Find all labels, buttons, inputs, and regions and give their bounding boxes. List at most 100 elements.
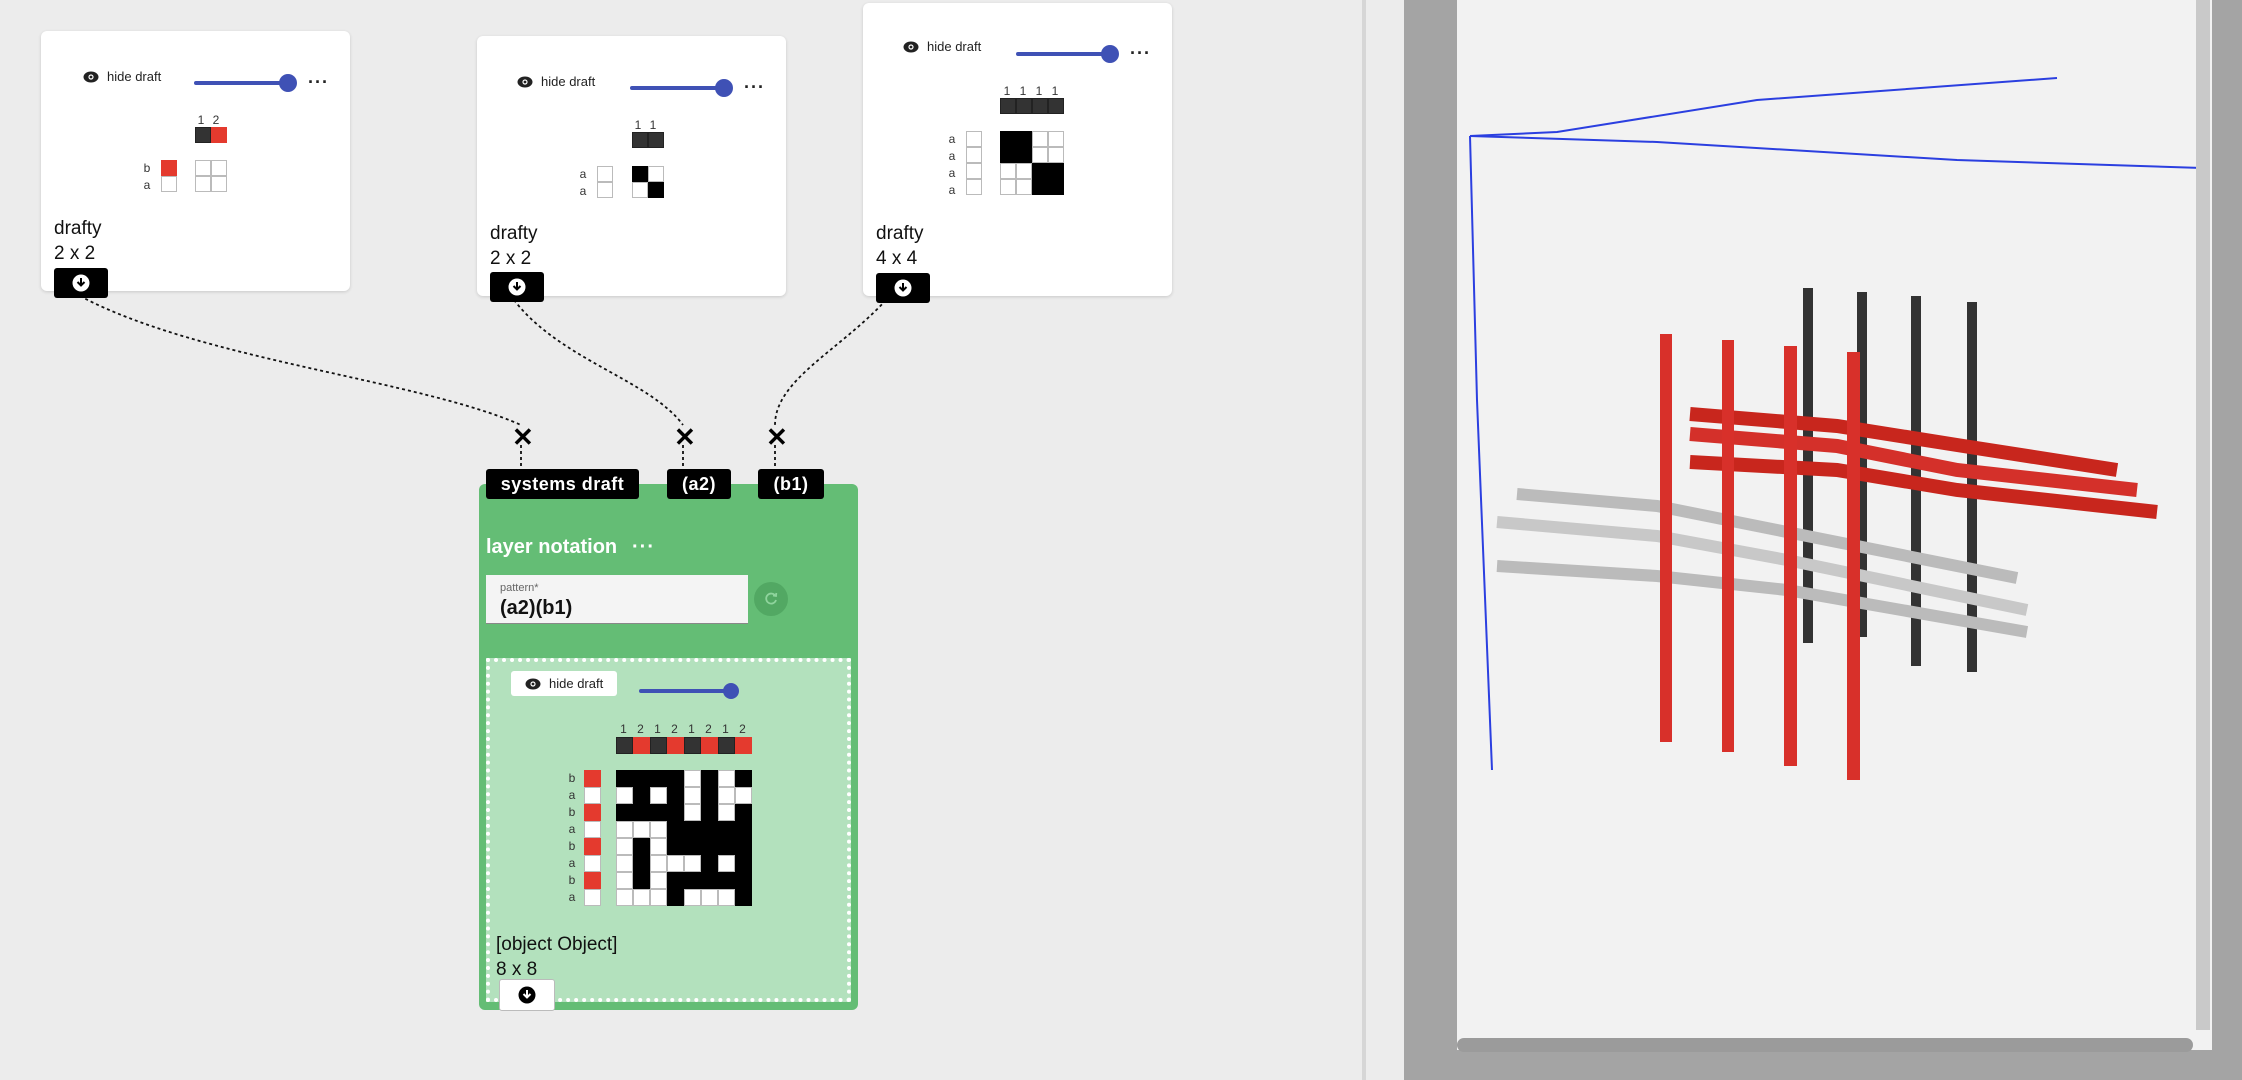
pattern-field-value[interactable]: (a2)(b1) — [500, 597, 572, 620]
layer-notation-operation[interactable]: layer notation ··· pattern* (a2)(b1) hid… — [479, 484, 858, 1010]
row-label: a — [948, 183, 956, 197]
remove-connection-icon[interactable]: ✕ — [674, 424, 696, 450]
draft-drawdown[interactable] — [195, 160, 227, 192]
draft-scale-slider[interactable] — [194, 74, 297, 92]
draft-card-3[interactable]: hide draft ··· 1 1 1 1 a a a a drafty 4 … — [863, 3, 1172, 296]
col-label: 1 — [1051, 84, 1059, 98]
draft-name: drafty — [876, 223, 924, 244]
pattern-field-label: pattern* — [500, 582, 539, 594]
download-output-button[interactable] — [54, 268, 108, 298]
warp-color-row — [616, 737, 752, 754]
download-arrow-icon — [72, 274, 90, 292]
input-port-a2[interactable]: (a2) — [667, 469, 731, 499]
col-label: 1 — [634, 118, 642, 132]
row-label: a — [579, 184, 587, 198]
draft-name: drafty — [490, 223, 538, 244]
row-label: a — [948, 149, 956, 163]
row-label: a — [568, 856, 576, 870]
input-port-systems-draft[interactable]: systems draft — [486, 469, 639, 499]
hide-draft-label: hide draft — [107, 69, 162, 84]
row-label: a — [568, 822, 576, 836]
weft-color-column — [966, 131, 982, 195]
draft-scale-slider[interactable] — [639, 683, 739, 699]
slider-thumb[interactable] — [715, 79, 733, 97]
draft-drawdown[interactable] — [632, 166, 664, 198]
woven-structure-3d-view[interactable] — [1457, 0, 2212, 1050]
more-options-button[interactable]: ··· — [1130, 44, 1151, 62]
output-drawdown[interactable] — [616, 770, 752, 906]
slider-thumb[interactable] — [1101, 45, 1119, 63]
operation-more-button[interactable]: ··· — [632, 536, 655, 559]
hide-draft-button[interactable]: hide draft — [507, 70, 606, 93]
row-label: a — [948, 166, 956, 180]
hide-draft-label: hide draft — [541, 74, 596, 89]
weft-color-column — [584, 770, 601, 906]
row-label: b — [568, 771, 576, 785]
col-label: 1 — [654, 722, 661, 736]
download-output-button[interactable] — [876, 273, 930, 303]
draft-card-2[interactable]: hide draft ··· 1 1 a a drafty 2 x 2 — [477, 36, 786, 296]
row-label: b — [568, 805, 576, 819]
warp-color-row — [195, 127, 227, 143]
remove-connection-icon[interactable]: ✕ — [766, 424, 788, 450]
eye-icon — [83, 71, 99, 82]
horizontal-scrollbar[interactable] — [1457, 1038, 2193, 1052]
col-label: 1 — [1003, 84, 1011, 98]
slider-thumb[interactable] — [723, 683, 739, 699]
col-label: 1 — [1019, 84, 1027, 98]
operation-title: layer notation — [486, 536, 618, 558]
download-output-button[interactable] — [490, 272, 544, 302]
draft-scale-slider[interactable] — [1016, 45, 1119, 63]
col-label: 1 — [722, 722, 729, 736]
output-col-labels: 1 2 1 2 1 2 1 2 — [615, 722, 751, 736]
more-options-button[interactable]: ··· — [744, 78, 765, 96]
input-port-b1[interactable]: (b1) — [758, 469, 824, 499]
row-label: a — [579, 167, 587, 181]
remove-connection-icon[interactable]: ✕ — [512, 424, 534, 450]
panel-divider[interactable] — [1362, 0, 1366, 1080]
row-label: b — [143, 161, 151, 175]
download-output-button[interactable] — [499, 979, 555, 1011]
row-label: a — [143, 178, 151, 192]
download-arrow-icon — [518, 986, 536, 1004]
eye-icon — [517, 76, 533, 87]
draft-scale-slider[interactable] — [630, 79, 733, 97]
slider-thumb[interactable] — [279, 74, 297, 92]
download-arrow-icon — [508, 278, 526, 296]
download-arrow-icon — [894, 279, 912, 297]
refresh-icon — [765, 592, 778, 605]
refresh-button[interactable] — [754, 582, 788, 616]
row-label: a — [568, 788, 576, 802]
draft-size: 2 x 2 — [54, 243, 96, 264]
draft-name: drafty — [54, 218, 102, 239]
col-label: 2 — [705, 722, 712, 736]
row-label: a — [948, 132, 956, 146]
draft-name: [object Object] — [496, 934, 618, 955]
row-label: a — [568, 890, 576, 904]
row-label: b — [568, 839, 576, 853]
vertical-scrollbar[interactable] — [2196, 0, 2210, 1030]
warp-color-row — [632, 132, 664, 148]
warp-color-row — [1000, 98, 1064, 114]
col-label: 1 — [620, 722, 627, 736]
weft-color-column — [161, 160, 177, 192]
hide-draft-button[interactable]: hide draft — [511, 671, 618, 696]
col-label: 1 — [197, 113, 205, 127]
hide-draft-label: hide draft — [927, 39, 982, 54]
hide-draft-button[interactable]: hide draft — [73, 65, 172, 88]
eye-icon — [525, 678, 541, 689]
more-options-button[interactable]: ··· — [308, 73, 329, 91]
draft-size: 4 x 4 — [876, 248, 918, 269]
hide-draft-button[interactable]: hide draft — [893, 35, 992, 58]
col-label: 2 — [739, 722, 746, 736]
draft-size: 8 x 8 — [496, 959, 538, 980]
hide-draft-label: hide draft — [549, 676, 604, 691]
output-draft[interactable]: hide draft 1 2 1 2 1 2 1 2 b a b a b a b… — [486, 658, 851, 1002]
col-label: 1 — [1035, 84, 1043, 98]
white-weft-threads — [1496, 488, 2029, 638]
col-label: 1 — [688, 722, 695, 736]
draft-drawdown[interactable] — [1000, 131, 1064, 195]
pattern-field[interactable]: pattern* (a2)(b1) — [486, 575, 748, 624]
draft-card-1[interactable]: hide draft ··· 1 2 b a drafty 2 x 2 — [41, 31, 350, 291]
col-label: 2 — [637, 722, 644, 736]
